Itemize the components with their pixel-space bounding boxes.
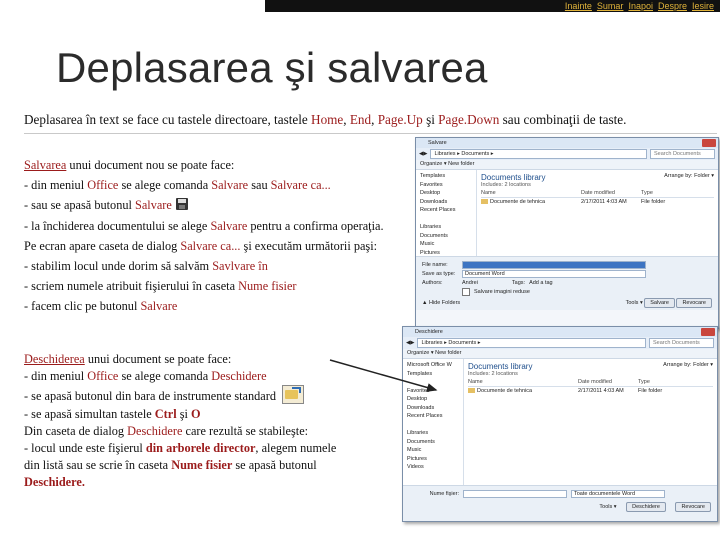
annotation-arrow — [329, 359, 438, 392]
